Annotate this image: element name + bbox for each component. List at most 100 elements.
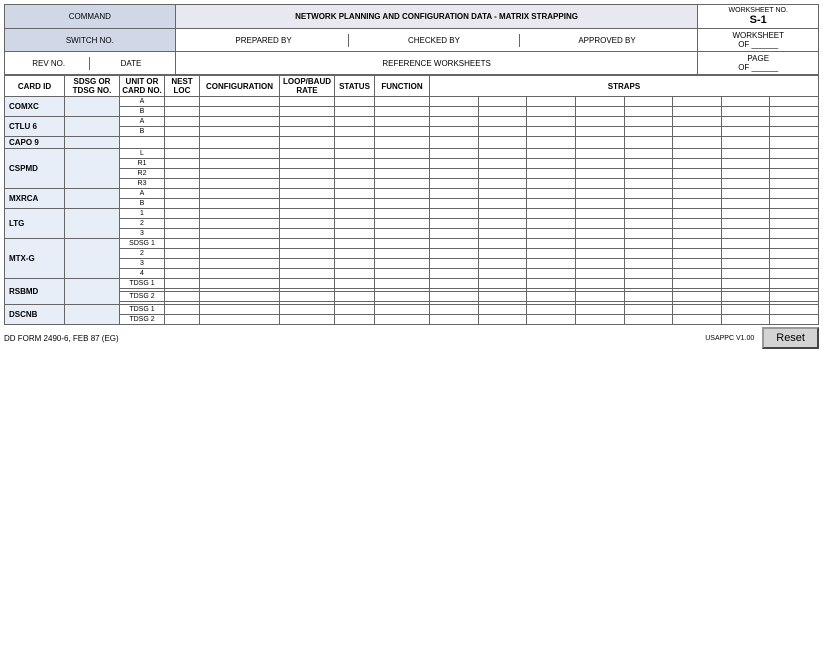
strap-cell xyxy=(527,209,576,219)
status-cell xyxy=(335,169,375,179)
strap-cell xyxy=(478,209,527,219)
status-cell xyxy=(335,107,375,117)
strap-cell xyxy=(770,209,819,219)
strap-cell xyxy=(770,107,819,117)
table-row: 3 xyxy=(5,229,819,239)
card-id-cell: LTG xyxy=(5,209,65,239)
loop-cell xyxy=(280,229,335,239)
strap-cell xyxy=(624,149,673,159)
prepared-by-cell: PREPARED BY CHECKED BY APPROVED BY xyxy=(175,29,698,52)
strap-cell xyxy=(575,315,624,325)
unit-cell: B xyxy=(120,199,165,209)
strap-cell xyxy=(673,259,722,269)
strap-cell xyxy=(770,137,819,149)
card-id-cell: RSBMD xyxy=(5,279,65,305)
strap-cell xyxy=(430,249,479,259)
loop-cell xyxy=(280,292,335,302)
nest-cell xyxy=(165,127,200,137)
loop-cell xyxy=(280,259,335,269)
main-table: CARD ID SDSG ORTDSG NO. UNIT ORCARD NO. … xyxy=(4,75,819,325)
strap-cell xyxy=(624,269,673,279)
config-cell xyxy=(200,107,280,117)
strap-cell xyxy=(624,219,673,229)
table-row: 3 xyxy=(5,259,819,269)
card-id-cell: CTLU 6 xyxy=(5,117,65,137)
sdsg-cell xyxy=(65,137,120,149)
col-loop: LOOP/BAUDRATE xyxy=(280,76,335,97)
strap-cell xyxy=(770,292,819,302)
strap-cell xyxy=(430,279,479,289)
nest-cell xyxy=(165,269,200,279)
strap-cell xyxy=(624,189,673,199)
page-of-cell: PAGE OF ______ xyxy=(698,52,819,75)
unit-cell: 3 xyxy=(120,259,165,269)
strap-cell xyxy=(770,279,819,289)
strap-cell xyxy=(575,292,624,302)
table-row: 2 xyxy=(5,249,819,259)
nest-cell xyxy=(165,97,200,107)
reset-button[interactable]: Reset xyxy=(762,327,819,349)
strap-cell xyxy=(430,127,479,137)
strap-cell xyxy=(624,279,673,289)
status-cell xyxy=(335,189,375,199)
strap-cell xyxy=(575,279,624,289)
loop-cell xyxy=(280,209,335,219)
strap-cell xyxy=(721,239,770,249)
strap-cell xyxy=(721,117,770,127)
strap-cell xyxy=(527,127,576,137)
strap-cell xyxy=(624,107,673,117)
strap-cell xyxy=(478,189,527,199)
strap-cell xyxy=(673,219,722,229)
strap-cell xyxy=(478,305,527,315)
strap-cell xyxy=(478,269,527,279)
strap-cell xyxy=(478,229,527,239)
strap-cell xyxy=(478,137,527,149)
config-cell xyxy=(200,305,280,315)
loop-cell xyxy=(280,199,335,209)
status-cell xyxy=(335,279,375,289)
loop-cell xyxy=(280,219,335,229)
strap-cell xyxy=(478,127,527,137)
strap-cell xyxy=(478,279,527,289)
table-row: CSPMDL xyxy=(5,149,819,159)
unit-cell xyxy=(120,137,165,149)
strap-cell xyxy=(575,159,624,169)
command-label: COMMAND xyxy=(69,12,111,21)
strap-cell xyxy=(770,149,819,159)
sdsg-cell xyxy=(65,239,120,279)
table-row: DSCNBTDSG 1 xyxy=(5,305,819,315)
strap-cell xyxy=(430,97,479,107)
status-cell xyxy=(335,292,375,302)
loop-cell xyxy=(280,305,335,315)
function-cell xyxy=(375,199,430,209)
sdsg-cell xyxy=(65,97,120,117)
strap-cell xyxy=(575,117,624,127)
strap-cell xyxy=(721,159,770,169)
config-cell xyxy=(200,137,280,149)
strap-cell xyxy=(770,179,819,189)
strap-cell xyxy=(575,189,624,199)
strap-cell xyxy=(430,229,479,239)
sdsg-cell xyxy=(65,279,120,305)
strap-cell xyxy=(527,219,576,229)
function-cell xyxy=(375,107,430,117)
col-status: STATUS xyxy=(335,76,375,97)
strap-cell xyxy=(575,169,624,179)
strap-cell xyxy=(721,127,770,137)
strap-cell xyxy=(624,229,673,239)
strap-cell xyxy=(770,127,819,137)
sdsg-cell xyxy=(65,117,120,137)
form-id: DD FORM 2490-6, FEB 87 (EG) xyxy=(4,334,119,343)
strap-cell xyxy=(770,259,819,269)
nest-cell xyxy=(165,179,200,189)
strap-cell xyxy=(575,127,624,137)
strap-cell xyxy=(770,219,819,229)
unit-cell: TDSG 1 xyxy=(120,305,165,315)
page: COMMAND NETWORK PLANNING AND CONFIGURATI… xyxy=(0,0,823,651)
config-cell xyxy=(200,97,280,107)
checked-by-label: CHECKED BY xyxy=(349,34,519,47)
col-nest: NESTLOC xyxy=(165,76,200,97)
strap-cell xyxy=(624,127,673,137)
loop-cell xyxy=(280,269,335,279)
card-id-cell: CAPO 9 xyxy=(5,137,65,149)
